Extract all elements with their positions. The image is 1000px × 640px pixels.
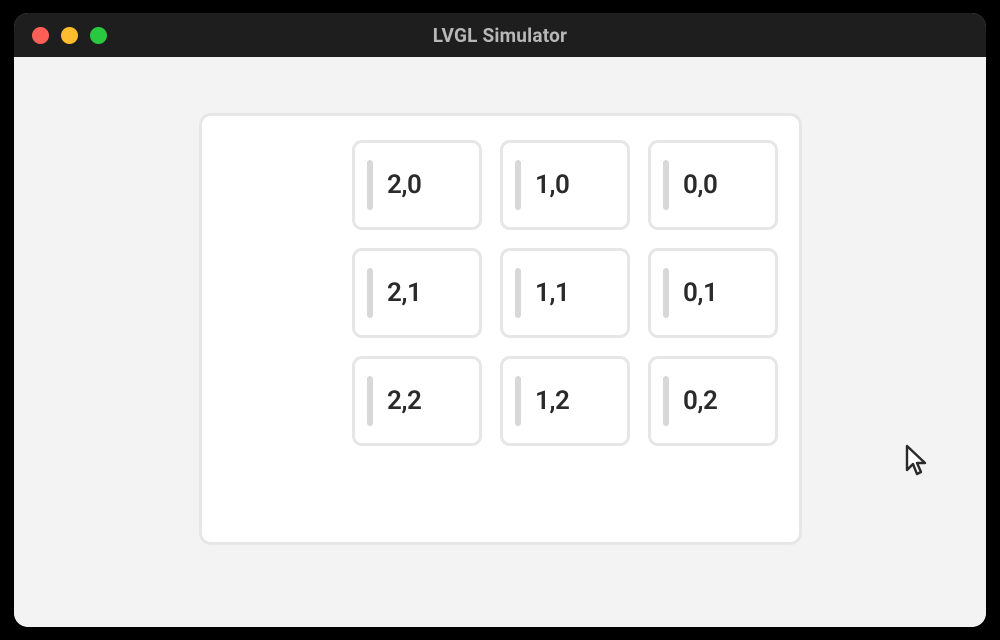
text-cursor-icon [663, 268, 669, 318]
grid-panel: 2,0 1,0 0,0 2,1 1,1 [199, 113, 802, 545]
grid-cell-1-0[interactable]: 2,1 [352, 248, 482, 338]
grid: 2,0 1,0 0,0 2,1 1,1 [352, 140, 778, 446]
window-title: LVGL Simulator [433, 24, 567, 47]
text-cursor-icon [515, 268, 521, 318]
grid-cell-1-2[interactable]: 0,1 [648, 248, 778, 338]
grid-cell-1-1[interactable]: 1,1 [500, 248, 630, 338]
cell-label: 2,1 [387, 278, 421, 308]
grid-cell-2-2[interactable]: 0,2 [648, 356, 778, 446]
cell-label: 0,0 [683, 170, 717, 200]
traffic-lights [14, 27, 107, 44]
cell-label: 1,1 [535, 278, 569, 308]
text-cursor-icon [663, 376, 669, 426]
minimize-window-button[interactable] [61, 27, 78, 44]
app-window: LVGL Simulator 2,0 1,0 0,0 2,1 [14, 13, 986, 627]
grid-cell-0-0[interactable]: 2,0 [352, 140, 482, 230]
cell-label: 1,0 [535, 170, 569, 200]
grid-cell-0-1[interactable]: 1,0 [500, 140, 630, 230]
close-window-button[interactable] [32, 27, 49, 44]
mouse-cursor-icon [904, 444, 934, 480]
titlebar: LVGL Simulator [14, 13, 986, 57]
grid-cell-2-1[interactable]: 1,2 [500, 356, 630, 446]
cell-label: 2,2 [387, 386, 421, 416]
cell-label: 2,0 [387, 170, 421, 200]
grid-cell-0-2[interactable]: 0,0 [648, 140, 778, 230]
content-area: 2,0 1,0 0,0 2,1 1,1 [14, 57, 986, 627]
cell-label: 0,2 [683, 386, 717, 416]
text-cursor-icon [663, 160, 669, 210]
grid-cell-2-0[interactable]: 2,2 [352, 356, 482, 446]
maximize-window-button[interactable] [90, 27, 107, 44]
cell-label: 1,2 [535, 386, 569, 416]
text-cursor-icon [367, 160, 373, 210]
text-cursor-icon [367, 376, 373, 426]
cell-label: 0,1 [683, 278, 717, 308]
text-cursor-icon [515, 376, 521, 426]
text-cursor-icon [367, 268, 373, 318]
text-cursor-icon [515, 160, 521, 210]
